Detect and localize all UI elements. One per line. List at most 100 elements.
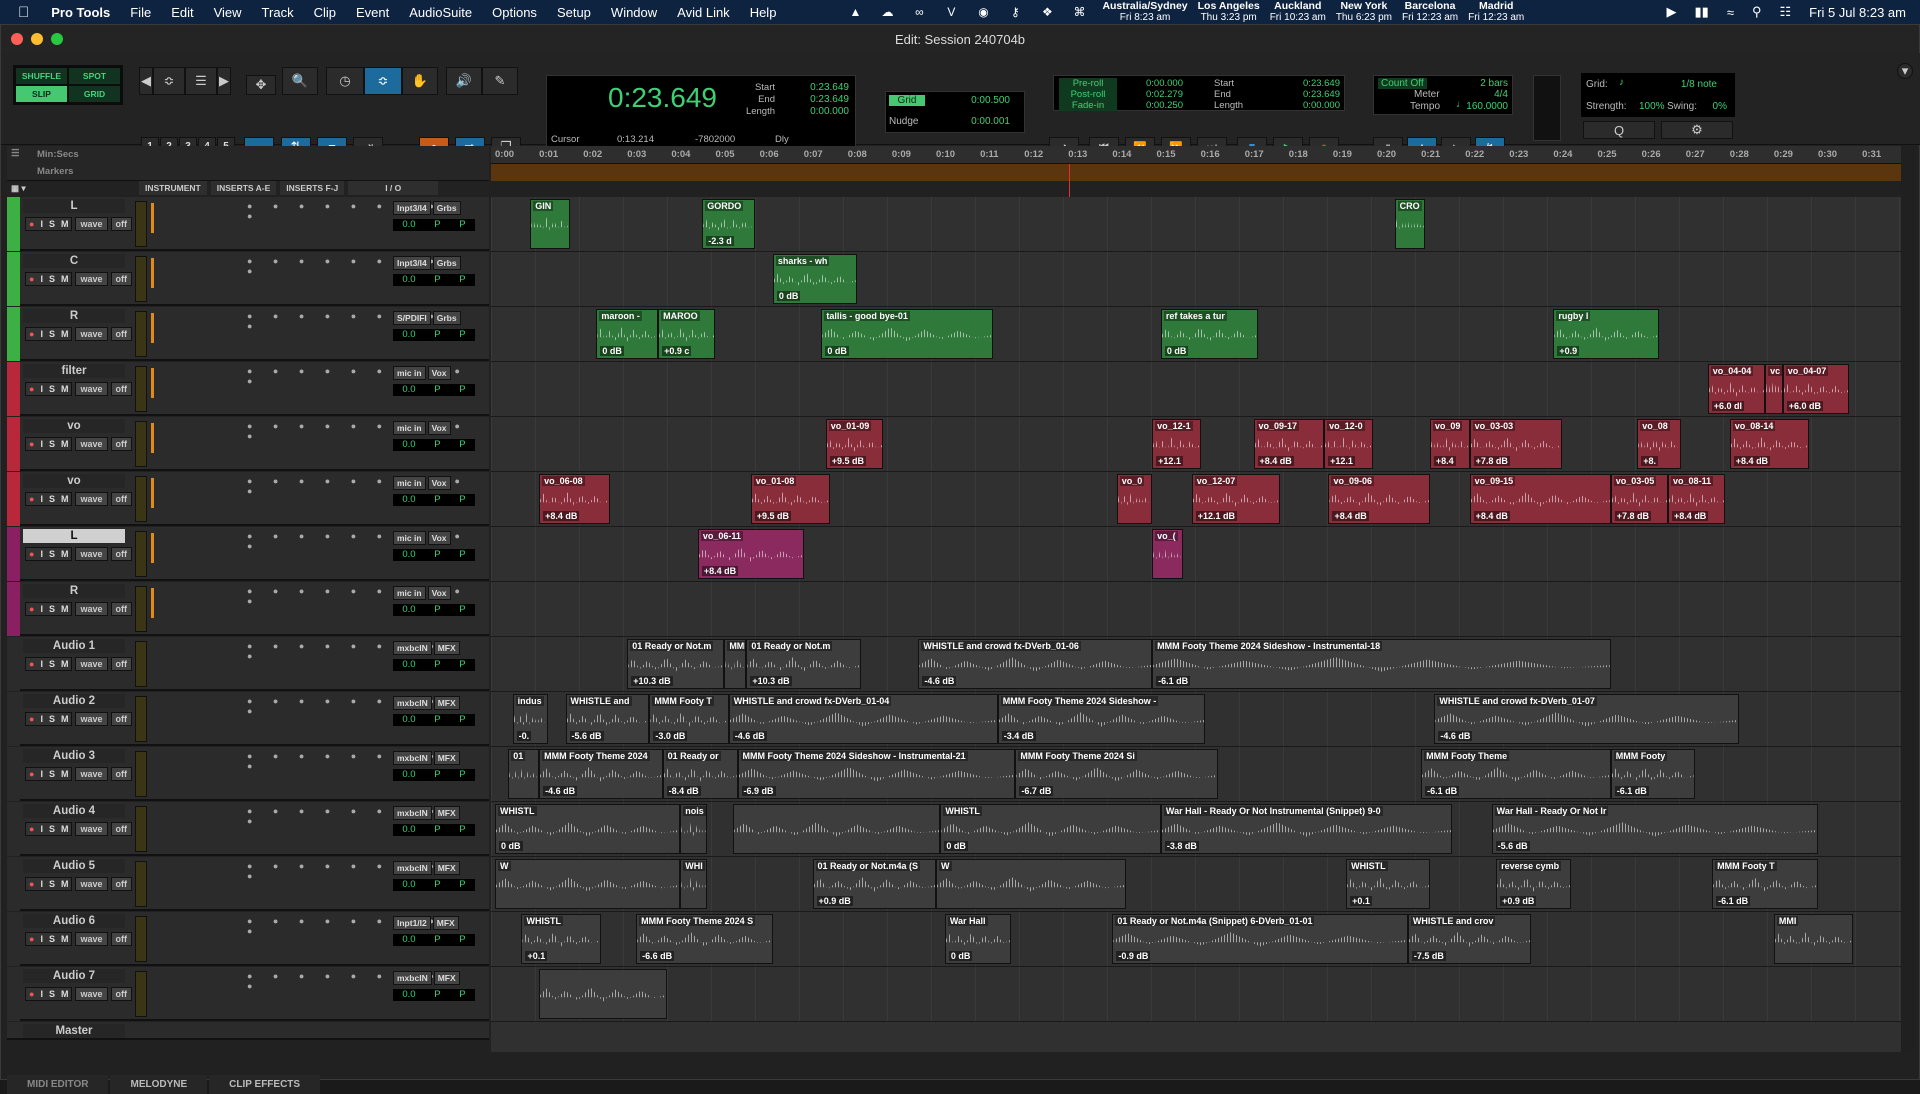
clip-gain[interactable]: 0 dB	[600, 346, 624, 356]
clip-gain[interactable]: -2.3 d	[706, 236, 734, 246]
audio-clip[interactable]: W	[936, 859, 1126, 909]
pan-right[interactable]: P	[459, 714, 465, 726]
track-view-selector[interactable]: wave	[75, 602, 108, 616]
wifi-icon[interactable]: ≈	[1727, 5, 1734, 20]
track-automation-selector[interactable]: off	[110, 602, 132, 616]
audio-clip[interactable]: vo_12-1 +12.1	[1152, 419, 1201, 469]
menu-edit[interactable]: Edit	[161, 5, 203, 20]
audio-clip[interactable]: vo_01-08 +9.5 dB	[750, 474, 831, 524]
track-view-selector[interactable]: wave	[75, 492, 108, 506]
track-input-selector[interactable]: Inpt1/I2	[393, 916, 431, 930]
pan-right[interactable]: P	[459, 274, 465, 286]
track-header[interactable]: L ● I S Mwave off ● ● ● ● ● ● ● ● ● ● mic in Vox…	[7, 527, 489, 581]
preroll-button[interactable]: Pre-roll	[1059, 78, 1117, 89]
track-header[interactable]: vo ● I S Mwave off ● ● ● ● ● ● ● ● ● ● mic in Vo…	[7, 472, 489, 526]
apple-menu-icon[interactable]: 	[0, 4, 41, 21]
track-automation-selector[interactable]: off	[110, 657, 132, 671]
clip-gain[interactable]: +12.1 dB	[1195, 511, 1238, 521]
track-volume[interactable]: 0.0 P P	[393, 714, 475, 726]
now-playing-icon[interactable]: ▶	[1667, 4, 1677, 20]
track-volume[interactable]: 0.0 P P	[393, 494, 475, 506]
pan-right[interactable]: P	[459, 219, 465, 231]
track-input-button[interactable]: I	[37, 494, 46, 504]
track-volume[interactable]: 0.0 P P	[393, 274, 475, 286]
audio-clip[interactable]: vo_06-08 +8.4 dB	[539, 474, 610, 524]
track-solo-button[interactable]: S	[46, 274, 58, 284]
tracks-column-view-icon[interactable]: ▦ ▾	[7, 183, 135, 194]
preroll-value[interactable]: 0:00.000	[1146, 78, 1183, 89]
track-mute-button[interactable]: M	[58, 384, 72, 394]
menu-track[interactable]: Track	[252, 5, 304, 20]
clip-gain[interactable]: +8.4 dB	[1332, 511, 1369, 521]
track-automation-selector[interactable]: off	[110, 217, 132, 231]
clip-gain[interactable]: +7.8 dB	[1614, 511, 1651, 521]
track-rec-button[interactable]: ●	[26, 824, 37, 834]
menu-app[interactable]: Pro Tools	[41, 5, 120, 20]
track-mute-button[interactable]: M	[58, 879, 72, 889]
audio-clip[interactable]	[539, 969, 667, 1019]
quantize-grid-value[interactable]: 1/8 note	[1681, 79, 1717, 90]
timeline-ruler[interactable]: 0:00 0:01 0:02 0:03 0:04 0:05 0:06 0:07 0:08 0:09…	[491, 146, 1901, 164]
pan-left[interactable]: P	[434, 659, 440, 671]
audio-clip[interactable]	[733, 804, 941, 854]
edit-playlist-area[interactable]: GIN GORDO -2.3 d CRO sharks - wh 0 dB maroon -…	[491, 197, 1901, 1052]
audio-clip[interactable]: vo_12-07 +12.1 dB	[1191, 474, 1280, 524]
audio-clip[interactable]: vo_09-17 +8.4 dB	[1253, 419, 1325, 469]
track-input-button[interactable]: I	[37, 384, 46, 394]
audio-clip[interactable]: MMM Footy Theme -6.1 dB	[1421, 749, 1611, 799]
track-automation-selector[interactable]: off	[110, 272, 132, 286]
pan-right[interactable]: P	[459, 549, 465, 561]
track-solo-button[interactable]: S	[46, 439, 58, 449]
track-solo-button[interactable]: S	[46, 494, 58, 504]
track-mute-button[interactable]: M	[58, 824, 72, 834]
clip-gain[interactable]: +8.4 dB	[701, 566, 739, 576]
track-automation-selector[interactable]: off	[110, 712, 132, 726]
track-volume-value[interactable]: 0.0	[402, 274, 415, 286]
audio-clip[interactable]: rugby l +0.9	[1553, 309, 1660, 359]
track-solo-button[interactable]: S	[46, 219, 58, 229]
track-volume[interactable]: 0.0 P P	[393, 879, 475, 891]
audio-clip[interactable]: nois	[680, 804, 707, 854]
track-name[interactable]: Audio 7	[23, 969, 125, 983]
track-mute-button[interactable]: M	[58, 714, 72, 724]
track-rec-button[interactable]: ●	[26, 274, 37, 284]
audio-clip[interactable]: vo_06-11 +8.4 dB	[697, 529, 804, 579]
track-automation-selector[interactable]: off	[110, 382, 132, 396]
track-name[interactable]: vo	[23, 474, 125, 488]
track-lane[interactable]	[491, 362, 1901, 417]
track-rec-button[interactable]: ●	[26, 494, 37, 504]
pan-left[interactable]: P	[434, 769, 440, 781]
transport-length[interactable]: 0:00.000	[1303, 100, 1340, 111]
track-view-selector[interactable]: wave	[75, 272, 108, 286]
audio-clip[interactable]: WHISTLE and crov -7.5 dB	[1407, 914, 1532, 964]
track-output-selector[interactable]: Grbs	[432, 256, 461, 270]
track-mute-button[interactable]: M	[58, 494, 72, 504]
transport-end[interactable]: 0:23.649	[1303, 89, 1340, 100]
track-automation-selector[interactable]: off	[110, 822, 132, 836]
track-rec-button[interactable]: ●	[26, 714, 37, 724]
track-output-selector[interactable]: MFX	[433, 641, 460, 655]
audio-clip[interactable]: W	[495, 859, 681, 909]
track-volume-value[interactable]: 0.0	[402, 879, 415, 891]
track-input-selector[interactable]: mxbcIN	[393, 751, 432, 765]
track-input-button[interactable]: I	[37, 989, 46, 999]
world-clock[interactable]: New York Thu 6:23 pm	[1336, 1, 1392, 24]
track-output-selector[interactable]: MFX	[433, 861, 460, 875]
track-input-button[interactable]: I	[37, 274, 46, 284]
strength-value[interactable]: 100%	[1639, 101, 1665, 112]
track-output-selector[interactable]: MFX	[433, 806, 460, 820]
audio-clip[interactable]: MAROO +0.9 c	[658, 309, 716, 359]
track-mute-button[interactable]: M	[58, 219, 72, 229]
track-input-button[interactable]: I	[37, 714, 46, 724]
tab-melodyne[interactable]: MELODYNE	[110, 1075, 208, 1094]
audio-clip[interactable]: 01	[508, 749, 540, 799]
audio-clip[interactable]: War Hall - Ready Or Not Ir -5.6 dB	[1491, 804, 1818, 854]
track-inserts[interactable]: ● ● ● ● ● ● ● ● ● ●	[247, 366, 489, 386]
track-mute-button[interactable]: M	[58, 329, 72, 339]
pan-left[interactable]: P	[434, 219, 440, 231]
audio-clip[interactable]: 01 Ready or Not.m +10.3 dB	[746, 639, 862, 689]
audio-clip[interactable]: CRO	[1394, 199, 1426, 249]
track-mute-button[interactable]: M	[58, 274, 72, 284]
clip-gain[interactable]: 0 dB	[776, 291, 801, 301]
track-mute-button[interactable]: M	[58, 439, 72, 449]
